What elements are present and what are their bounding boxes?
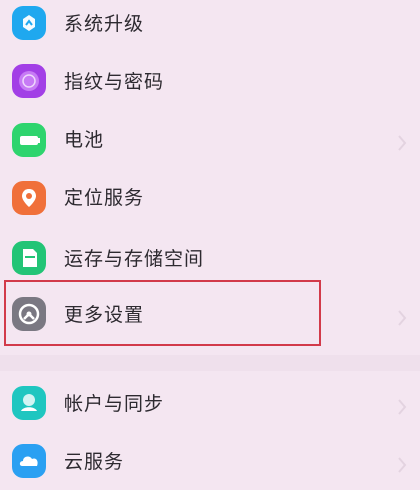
settings-item-memory-storage[interactable]: 运存与存储空间: [0, 229, 420, 287]
chevron-right-icon: [398, 135, 407, 151]
settings-item-label: 运存与存储空间: [64, 248, 205, 270]
settings-item-fingerprint-password[interactable]: 指纹与密码: [0, 52, 420, 110]
settings-item-label: 指纹与密码: [64, 71, 165, 93]
location-icon: [12, 181, 46, 215]
settings-item-system-update[interactable]: 系统升级: [0, 0, 420, 58]
chevron-right-icon: [398, 399, 407, 415]
settings-item-battery[interactable]: 电池: [0, 112, 420, 170]
settings-item-cloud-service[interactable]: 云服务: [0, 432, 420, 490]
storage-icon: [12, 241, 46, 275]
chevron-right-icon: [398, 457, 407, 473]
cloud-service-icon: [12, 444, 46, 478]
system-update-icon: [12, 6, 46, 40]
account-sync-icon: [12, 386, 46, 420]
chevron-right-icon: [398, 310, 407, 326]
fingerprint-icon: [12, 64, 46, 98]
highlight-box: [4, 280, 321, 346]
settings-item-label: 帐户与同步: [64, 393, 165, 415]
settings-item-account-sync[interactable]: 帐户与同步: [0, 374, 420, 432]
group-separator: [0, 355, 420, 371]
settings-item-label: 云服务: [64, 451, 125, 473]
settings-item-location[interactable]: 定位服务: [0, 170, 420, 228]
settings-item-label: 定位服务: [64, 187, 145, 209]
battery-icon: [12, 123, 46, 157]
settings-item-label: 电池: [64, 129, 105, 151]
settings-item-label: 系统升级: [64, 13, 145, 35]
